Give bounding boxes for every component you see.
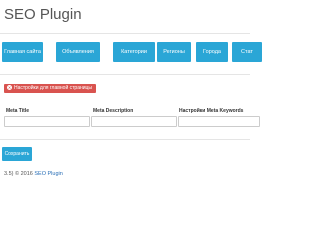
section-alert-badge: ✕ Настройки для главной страницы xyxy=(4,84,96,93)
page-title: SEO Plugin xyxy=(4,6,82,23)
meta-settings-table: Meta Title Meta Description Настройки Me… xyxy=(0,98,260,138)
meta-title-input[interactable] xyxy=(4,116,90,127)
footer: 3.5) © 2016 SEO Plugin xyxy=(4,171,63,177)
tab-categories[interactable]: Категории xyxy=(113,42,155,62)
form-divider xyxy=(0,139,250,140)
tab-cities[interactable]: Города xyxy=(196,42,228,62)
meta-description-input[interactable] xyxy=(91,116,177,127)
tab-bar: Главная сайта Объявления Категории Регио… xyxy=(2,42,262,62)
tab-stats[interactable]: Стат xyxy=(232,42,262,62)
save-button[interactable]: Сохранить xyxy=(2,147,32,161)
footer-text: 3.5) © 2016 xyxy=(4,171,35,177)
footer-link[interactable]: SEO Plugin xyxy=(34,171,62,177)
close-icon: ✕ xyxy=(7,85,12,90)
tab-home[interactable]: Главная сайта xyxy=(2,42,43,62)
header-divider xyxy=(0,33,250,34)
tab-ads[interactable]: Объявления xyxy=(56,42,100,62)
column-meta-keywords-label: Настройки Meta Keywords xyxy=(179,108,244,114)
meta-keywords-input[interactable] xyxy=(178,116,260,127)
column-meta-title-label: Meta Title xyxy=(6,108,29,114)
alert-text: Настройки для главной страницы xyxy=(14,85,92,91)
tabs-divider xyxy=(0,74,250,75)
tab-regions[interactable]: Регионы xyxy=(157,42,191,62)
column-meta-description-label: Meta Description xyxy=(93,108,134,114)
